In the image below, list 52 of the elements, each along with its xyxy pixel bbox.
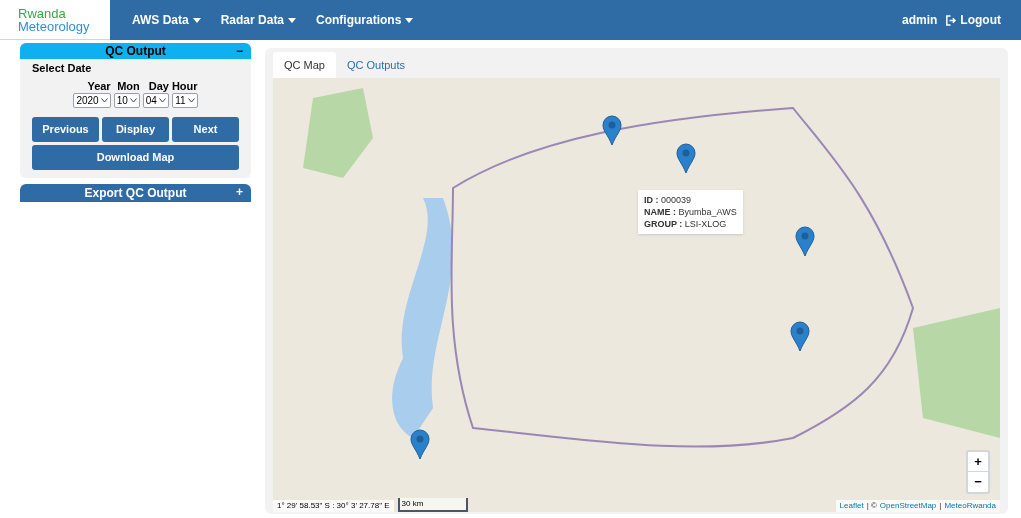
chevron-icon bbox=[129, 97, 137, 103]
map-placeholder[interactable]: ID : 000039 NAME : Byumba_AWS GROUP : LSI-XLOG + − 1° 29' 58.53" S : 30° 3' 27.78" E 30 km Leaflet | © OpenStreetMap | MeteoRwanda bbox=[273, 78, 1000, 512]
tab[interactable]: QC Outputs bbox=[335, 52, 417, 78]
map-marker-icon[interactable] bbox=[675, 143, 696, 174]
popup-line: GROUP : LSI-XLOG bbox=[644, 218, 728, 230]
expand-toggle[interactable]: + bbox=[236, 182, 243, 201]
map-marker-icon[interactable] bbox=[409, 428, 430, 459]
nav-button[interactable]: Next bbox=[172, 116, 239, 142]
tab[interactable]: QC Map bbox=[273, 52, 336, 78]
attribution-link[interactable]: OpenStreetMap bbox=[879, 500, 937, 512]
nav-button[interactable]: Previous bbox=[32, 116, 99, 142]
zoom-in-button[interactable]: + bbox=[968, 452, 988, 472]
select-field[interactable]: 11 bbox=[172, 92, 198, 108]
nav-menu[interactable]: AWS Data bbox=[122, 11, 211, 29]
caret-icon bbox=[192, 17, 201, 23]
chevron-icon bbox=[187, 97, 195, 103]
select-field[interactable]: 04 bbox=[142, 92, 169, 108]
nav-menu[interactable]: Radar Data bbox=[210, 11, 307, 29]
caret-icon bbox=[288, 17, 297, 23]
nav-menu[interactable]: Configurations bbox=[306, 11, 424, 29]
select-label: Year bbox=[87, 79, 111, 93]
map-marker-icon[interactable] bbox=[790, 321, 811, 352]
popup-line: ID : 000039 bbox=[644, 194, 693, 206]
attribution-link[interactable]: Leaflet bbox=[839, 500, 864, 512]
attribution-link[interactable]: MeteoRwanda bbox=[944, 500, 996, 512]
download-button[interactable]: Download Map bbox=[32, 144, 239, 170]
logout-icon bbox=[945, 14, 957, 26]
select-label: Day bbox=[148, 79, 169, 93]
popup-line: NAME : Byumba_AWS bbox=[644, 206, 737, 218]
collapse-toggle[interactable]: − bbox=[236, 42, 243, 60]
coordinates-readout: 1° 29' 58.53" S : 30° 3' 27.78" E bbox=[273, 500, 394, 512]
select-field[interactable]: 10 bbox=[113, 92, 140, 108]
attribution-text: | bbox=[939, 500, 942, 512]
select-field[interactable]: 2020 bbox=[73, 92, 111, 108]
panel-title: Export QC Output bbox=[84, 184, 187, 202]
scale-bar: 30 km bbox=[397, 498, 468, 512]
caret-icon bbox=[405, 17, 414, 23]
select-label: Mon bbox=[117, 79, 140, 93]
map-marker-icon[interactable] bbox=[601, 115, 622, 146]
chevron-icon bbox=[100, 97, 108, 103]
nav-button[interactable]: Display bbox=[102, 116, 169, 142]
panel-title: QC Output bbox=[105, 43, 166, 60]
select-label: Hour bbox=[171, 79, 198, 93]
attribution-text: | © bbox=[866, 500, 877, 512]
map-marker-icon[interactable] bbox=[795, 225, 816, 256]
user-name: admin bbox=[902, 12, 938, 29]
panel-header[interactable]: Export QC Output + bbox=[20, 183, 251, 202]
zoom-out-button[interactable]: − bbox=[968, 472, 988, 492]
logout-button[interactable]: Logout bbox=[945, 11, 1001, 29]
chevron-icon bbox=[158, 97, 166, 103]
panel-header[interactable]: QC Output − bbox=[20, 43, 251, 59]
section-label: Select Date bbox=[32, 61, 93, 76]
